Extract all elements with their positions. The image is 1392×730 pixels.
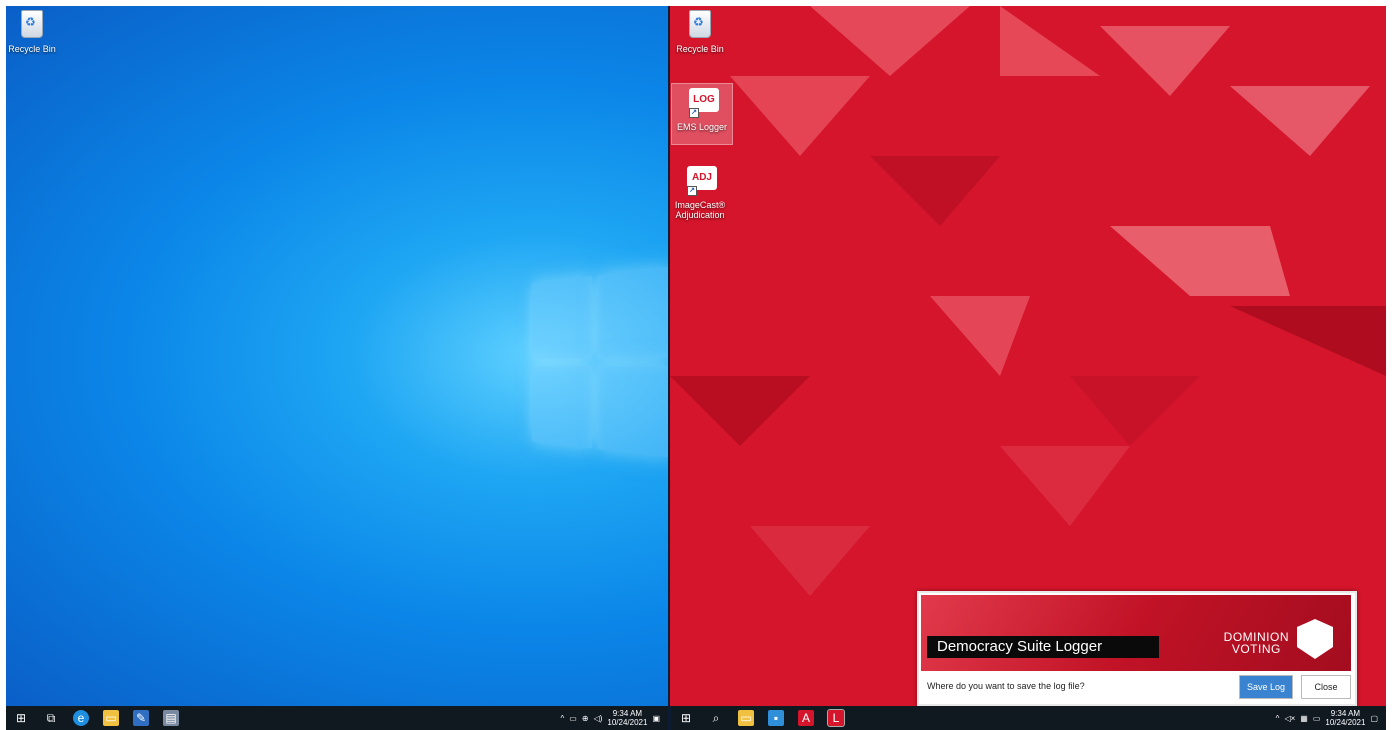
task-view-icon[interactable]: ⧉	[43, 710, 59, 726]
left-clock[interactable]: 9:34 AM 10/24/2021	[607, 709, 647, 727]
logger-title: Democracy Suite Logger	[927, 636, 1159, 658]
logger-banner: Democracy Suite Logger DOMINION VOTING	[921, 595, 1351, 671]
file-explorer-icon[interactable]: ▭	[103, 710, 119, 726]
left-taskbar: ⊞ ⧉ e ▭ ✎ ▤ ^ ▭ ⊕ ◁) 9:34 AM 10/24/2021 …	[6, 706, 668, 730]
desktop-icon-label: ImageCast® Adjudication	[674, 200, 726, 220]
network-globe-icon[interactable]: ⊕	[582, 714, 589, 723]
adj-app-icon: ADJ ↗	[687, 166, 717, 196]
battery-icon[interactable]: ▭	[1313, 714, 1321, 723]
file-explorer-icon[interactable]: ▭	[738, 710, 754, 726]
recycle-bin-icon	[689, 10, 711, 38]
left-desktop: Recycle Bin	[6, 6, 670, 706]
clock-date: 10/24/2021	[607, 718, 648, 727]
chevron-up-icon[interactable]: ^	[1276, 714, 1280, 723]
edge-browser-icon[interactable]: e	[73, 710, 89, 726]
recycle-bin-icon-left[interactable]: Recycle Bin	[6, 10, 62, 54]
action-center-icon[interactable]: ▢	[1370, 714, 1378, 723]
battery-icon[interactable]: ▭	[569, 714, 577, 723]
right-taskbar: ⊞ ⌕ ▭ ▪ A L ^ ◁× ▦ ▭ 9:34 AM 10/24/2021 …	[671, 706, 1386, 730]
dominion-voting-logo: DOMINION VOTING	[1224, 631, 1289, 655]
right-clock[interactable]: 9:34 AM 10/24/2021	[1325, 709, 1365, 727]
volume-muted-icon[interactable]: ◁×	[1284, 714, 1295, 723]
imagecast-adjudication-icon[interactable]: ADJ ↗ ImageCast® Adjudication	[670, 166, 730, 220]
clock-time: 9:34 AM	[1330, 709, 1361, 718]
log-app-icon: LOG ↗	[689, 88, 719, 118]
app-icon[interactable]: ▪	[768, 710, 784, 726]
clock-time: 9:34 AM	[612, 709, 643, 718]
recycle-bin-icon	[21, 10, 43, 38]
close-button[interactable]: Close	[1301, 675, 1351, 699]
network-warning-icon[interactable]: ▦	[1300, 714, 1308, 723]
adj-taskbar-icon[interactable]: A	[798, 710, 814, 726]
search-icon[interactable]: ⌕	[708, 710, 724, 726]
desktop-icon-label: EMS Logger	[676, 122, 728, 132]
log-taskbar-icon[interactable]: L	[827, 709, 845, 727]
notepad-icon[interactable]: ▤	[163, 710, 179, 726]
shortcut-arrow-icon: ↗	[687, 186, 697, 196]
windows-logo	[532, 266, 670, 462]
volume-icon[interactable]: ◁)	[594, 714, 603, 723]
start-windows-icon[interactable]: ⊞	[13, 710, 29, 726]
desktop-icon-label: Recycle Bin	[676, 44, 724, 54]
app-icon[interactable]: ✎	[133, 710, 149, 726]
desktop-icon-label: Recycle Bin	[8, 44, 56, 54]
badge-text: ADJ	[691, 172, 712, 183]
save-location-prompt: Where do you want to save the log file?	[927, 681, 1085, 691]
left-system-tray: ^ ▭ ⊕ ◁) 9:34 AM 10/24/2021 ▣	[561, 709, 668, 727]
clock-date: 10/24/2021	[1325, 718, 1366, 727]
chevron-up-icon[interactable]: ^	[561, 714, 565, 723]
notification-icon[interactable]: ▣	[652, 714, 660, 723]
badge-text: LOG	[693, 94, 715, 105]
democracy-suite-logger-dialog: Democracy Suite Logger DOMINION VOTING W…	[917, 591, 1357, 706]
recycle-bin-icon-right[interactable]: Recycle Bin	[670, 10, 730, 54]
ems-logger-icon[interactable]: LOG ↗ EMS Logger	[671, 83, 733, 145]
save-log-button[interactable]: Save Log	[1239, 675, 1293, 699]
brand-line-2: VOTING	[1231, 642, 1281, 656]
dominion-shield-icon	[1297, 619, 1333, 659]
right-system-tray: ^ ◁× ▦ ▭ 9:34 AM 10/24/2021 ▢	[1276, 709, 1386, 727]
start-windows-icon[interactable]: ⊞	[678, 710, 694, 726]
shortcut-arrow-icon: ↗	[689, 108, 699, 118]
